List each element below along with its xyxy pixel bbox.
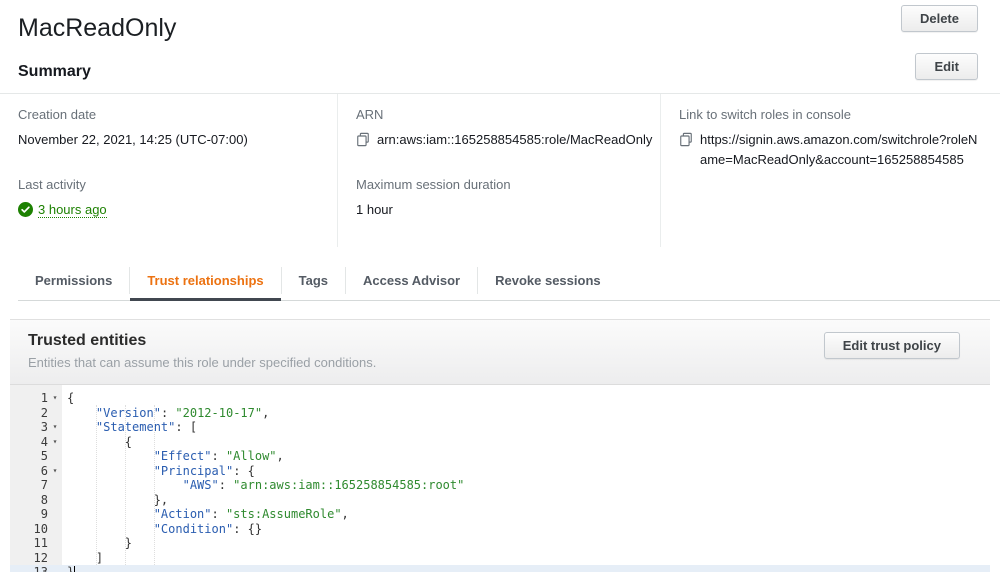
copy-icon[interactable]: [356, 132, 370, 147]
gutter-line-11: 11: [33, 536, 48, 550]
tab-bar: Permissions Trust relationships Tags Access…: [18, 261, 1000, 301]
editor-gutter: 1 ▾ 2 3 ▾ 4 ▾ 5 6 ▾ 7 8 9 10 11 12 13: [10, 385, 62, 572]
switch-link-value: https://signin.aws.amazon.com/switchrole…: [700, 132, 978, 167]
code-line-11: }: [67, 536, 133, 550]
last-activity-label: Last activity: [18, 177, 86, 192]
code-line-8: },: [67, 492, 169, 507]
code-line-3: "Statement": [: [95, 420, 198, 434]
delete-button[interactable]: Delete: [900, 5, 978, 32]
code-line-13: }: [62, 565, 990, 572]
tab-tags[interactable]: Tags: [282, 261, 345, 300]
editor-code-area[interactable]: { "Version": "2012-10-17", "Statement": …: [62, 385, 990, 572]
summary-heading: Summary: [18, 63, 91, 80]
page-title: MacReadOnly: [18, 14, 177, 42]
creation-date-field: Creation date November 22, 2021, 14:25 (…: [18, 107, 319, 150]
fold-arrow-icon[interactable]: ▾: [48, 435, 62, 450]
code-line-9: "Action": "sts:AssumeRole",: [153, 507, 349, 521]
switch-link-field: Link to switch roles in console https://…: [679, 107, 982, 170]
summary-column-3: Link to switch roles in console https://…: [660, 94, 1000, 247]
gutter-line-3: 3 ▾: [10, 420, 62, 435]
code-line-1: {: [67, 391, 75, 405]
tab-trust-relationships[interactable]: Trust relationships: [130, 261, 281, 301]
gutter-line-1: 1 ▾: [10, 391, 62, 406]
tab-access-advisor[interactable]: Access Advisor: [346, 261, 477, 300]
gutter-line-4: 4 ▾: [10, 435, 62, 450]
code-line-6: "Principal": {: [153, 463, 255, 478]
page-header: MacReadOnly Delete: [0, 0, 1000, 43]
gutter-line-7: 7: [40, 478, 48, 492]
last-activity-field: Last activity 3 hours ago: [18, 177, 319, 220]
trusted-entities-panel: Trusted entities Entities that can assum…: [10, 319, 990, 572]
arn-field: ARN arn:aws:iam::165258854585:role/MacRe…: [356, 107, 652, 150]
gutter-line-12: 12: [33, 550, 48, 565]
gutter-line-8: 8: [40, 492, 48, 507]
summary-grid: Creation date November 22, 2021, 14:25 (…: [0, 94, 1000, 247]
code-line-10: "Condition": {}: [153, 521, 263, 536]
tab-permissions[interactable]: Permissions: [18, 261, 129, 300]
trusted-entities-header: Trusted entities Entities that can assum…: [10, 320, 990, 385]
text-cursor: [74, 566, 76, 572]
tab-revoke-sessions[interactable]: Revoke sessions: [478, 261, 618, 300]
summary-column-2: ARN arn:aws:iam::165258854585:role/MacRe…: [337, 94, 660, 247]
summary-header: Summary Edit: [0, 43, 1000, 93]
trust-policy-editor[interactable]: 1 ▾ 2 3 ▾ 4 ▾ 5 6 ▾ 7 8 9 10 11 12 13 { "Version": "2012…: [10, 385, 990, 572]
gutter-line-9: 9: [40, 507, 48, 521]
creation-date-value: November 22, 2021, 14:25 (UTC-07:00): [18, 132, 248, 147]
last-activity-link[interactable]: 3 hours ago: [38, 202, 107, 218]
code-line-7: "AWS": "arn:aws:iam::165258854585:root": [182, 478, 465, 492]
max-session-value: 1 hour: [356, 202, 393, 217]
arn-value: arn:aws:iam::165258854585:role/MacReadOn…: [377, 132, 653, 147]
fold-arrow-icon[interactable]: ▾: [48, 464, 62, 479]
code-line-5: "Effect": "Allow",: [153, 449, 284, 463]
creation-date-label: Creation date: [18, 107, 97, 122]
summary-column-1: Creation date November 22, 2021, 14:25 (…: [0, 94, 337, 247]
gutter-line-10: 10: [33, 521, 48, 536]
fold-arrow-icon[interactable]: ▾: [48, 391, 62, 406]
gutter-line-13: 13: [10, 565, 62, 572]
gutter-line-2: 2: [40, 405, 48, 420]
max-session-label: Maximum session duration: [356, 177, 511, 192]
edit-button[interactable]: Edit: [915, 53, 978, 80]
success-check-icon: [18, 202, 33, 217]
code-line-2: "Version": "2012-10-17",: [95, 405, 270, 420]
fold-arrow-icon[interactable]: ▾: [48, 420, 62, 435]
arn-label: ARN: [356, 107, 384, 122]
max-session-field: Maximum session duration 1 hour: [356, 177, 642, 220]
code-line-4: {: [67, 434, 133, 449]
copy-icon[interactable]: [679, 132, 693, 147]
switch-link-label: Link to switch roles in console: [679, 107, 851, 122]
gutter-line-5: 5: [40, 449, 48, 463]
code-line-12: ]: [67, 550, 104, 565]
edit-trust-policy-button[interactable]: Edit trust policy: [823, 332, 960, 359]
gutter-line-6: 6 ▾: [10, 464, 62, 479]
